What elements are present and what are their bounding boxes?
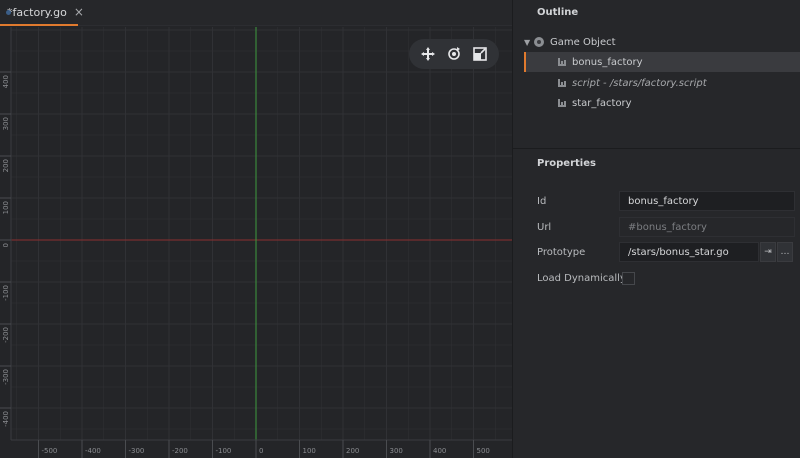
load-dynamically-label: Load Dynamically — [537, 273, 626, 284]
y-axis-tick-label: 0 — [2, 243, 10, 247]
factory-icon — [557, 57, 567, 67]
x-axis-tick-label: 100 — [303, 447, 316, 455]
id-label: Id — [537, 196, 547, 207]
x-axis-tick-label: 500 — [477, 447, 490, 455]
properties-title: Properties — [537, 158, 596, 169]
scene-grid: -500 -400 -300 -200 -100 0 100 200 300 400 500 400 3… — [0, 27, 512, 458]
y-axis-tick-label: 100 — [2, 201, 10, 214]
rotate-tool-icon[interactable] — [445, 45, 463, 63]
x-axis-tick-label: -400 — [85, 447, 101, 455]
outline-title: Outline — [537, 7, 579, 18]
scale-tool-icon[interactable] — [471, 45, 489, 63]
outline-root-game-object[interactable]: ▼ Game Object — [524, 32, 800, 52]
outline-item-bonus-factory[interactable]: bonus_factory — [524, 52, 800, 72]
y-axis-tick-label: -100 — [2, 285, 10, 301]
scene-viewport[interactable]: -500 -400 -300 -200 -100 0 100 200 300 400 500 400 3… — [0, 27, 512, 458]
x-axis-tick-label: -100 — [216, 447, 232, 455]
url-field: #bonus_factory — [619, 217, 795, 237]
move-tool-icon[interactable] — [419, 45, 437, 63]
outline-item-script[interactable]: script - /stars/factory.script — [524, 73, 800, 93]
x-axis-tick-label: -200 — [172, 447, 188, 455]
script-icon — [557, 78, 567, 88]
y-axis-tick-label: -300 — [2, 369, 10, 385]
prototype-label: Prototype — [537, 247, 586, 258]
side-panels: Outline ▼ Game Object bonus_factory scri… — [512, 0, 800, 458]
prototype-field[interactable]: /stars/bonus_star.go — [619, 242, 759, 262]
y-axis-tick-label: 300 — [2, 117, 10, 130]
outline-item-label: bonus_factory — [572, 56, 643, 68]
tab-title: *factory.go — [7, 5, 67, 19]
y-axis-tick-label: -400 — [2, 411, 10, 427]
x-axis-tick-label: -500 — [42, 447, 58, 455]
browse-resource-button[interactable]: … — [777, 242, 793, 262]
close-icon[interactable]: × — [74, 6, 84, 18]
y-axis-tick-label: 400 — [2, 75, 10, 88]
panel-divider — [513, 148, 800, 149]
x-axis-tick-label: 400 — [433, 447, 446, 455]
outline-item-star-factory[interactable]: star_factory — [524, 93, 800, 113]
url-label: Url — [537, 222, 552, 233]
scene-editor: *factory.go × -500 -400 -300 -200 -100 0 100 20… — [0, 0, 512, 458]
factory-icon — [557, 98, 567, 108]
vertical-ruler — [0, 27, 11, 458]
chevron-down-icon[interactable]: ▼ — [524, 38, 534, 47]
id-field[interactable]: bonus_factory — [619, 191, 795, 211]
y-axis-tick-label: -200 — [2, 327, 10, 343]
x-axis-tick-label: -300 — [129, 447, 145, 455]
tab-bar: *factory.go × — [0, 0, 512, 26]
x-axis-tick-label: 300 — [390, 447, 403, 455]
manipulator-toolbar — [409, 39, 499, 69]
x-axis-tick-label: 200 — [346, 447, 359, 455]
outline-item-label: star_factory — [572, 97, 632, 109]
load-dynamically-checkbox[interactable] — [622, 272, 635, 285]
y-axis-tick-label: 200 — [2, 159, 10, 172]
outline-item-label: script - /stars/factory.script — [572, 77, 707, 89]
tab-factory-go[interactable]: *factory.go × — [0, 0, 84, 26]
x-axis-tick-label: 0 — [259, 447, 263, 455]
game-object-icon — [534, 37, 544, 47]
goto-resource-button[interactable]: ⇥ — [760, 242, 776, 262]
outline-root-label: Game Object — [550, 36, 616, 48]
editor-window: *factory.go × -500 -400 -300 -200 -100 0 100 20… — [0, 0, 800, 458]
